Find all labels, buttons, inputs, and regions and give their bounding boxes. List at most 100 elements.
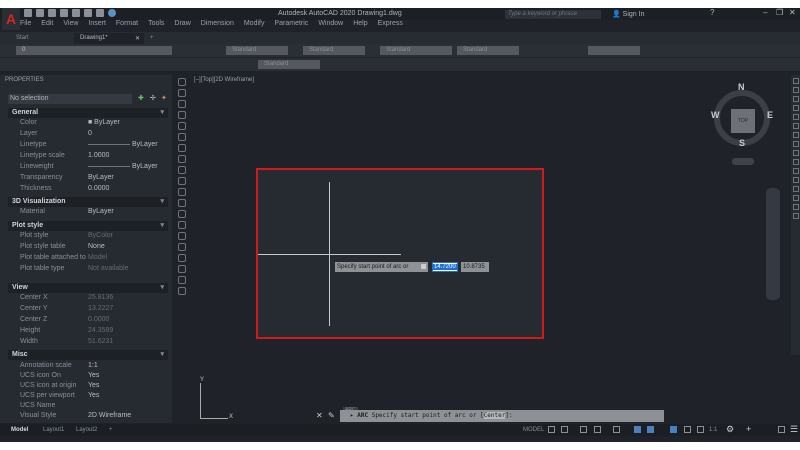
- options-arrow-icon[interactable]: [421, 264, 426, 269]
- ellipse-icon[interactable]: [178, 177, 186, 185]
- redo-icon[interactable]: [96, 9, 104, 17]
- add-layout-button[interactable]: +: [104, 425, 118, 435]
- compass-north[interactable]: N: [738, 82, 745, 92]
- section-view[interactable]: View: [8, 283, 168, 293]
- compass-east[interactable]: E: [767, 110, 773, 120]
- auto-scale-icon[interactable]: [684, 426, 691, 433]
- point-icon[interactable]: [178, 221, 186, 229]
- plot-icon[interactable]: [72, 9, 80, 17]
- gradient-icon[interactable]: [178, 243, 186, 251]
- viewport-controls[interactable]: [–][Top][2D Wireframe]: [194, 77, 254, 83]
- erase-icon[interactable]: [792, 78, 799, 84]
- tab-layout1[interactable]: Layout1: [38, 425, 69, 435]
- prop-value[interactable]: ByLayer: [88, 207, 114, 218]
- menu-help[interactable]: Help: [353, 20, 367, 27]
- section-plot-style[interactable]: Plot style: [8, 221, 168, 231]
- save-as-icon[interactable]: [60, 9, 68, 17]
- mleader-style-dropdown[interactable]: Standard: [457, 46, 519, 55]
- viewcube-top-face[interactable]: TOP: [731, 109, 755, 133]
- command-line[interactable]: ▸ ARC Specify start point of arc or [Cen…: [340, 410, 664, 422]
- polyline-icon[interactable]: [178, 100, 186, 108]
- mtext-icon[interactable]: [178, 276, 186, 284]
- model-space-button[interactable]: MODEL: [518, 425, 549, 435]
- tab-layout2[interactable]: Layout2: [71, 425, 102, 435]
- fillet-icon[interactable]: [792, 204, 799, 210]
- explode-icon[interactable]: [792, 213, 799, 219]
- menu-draw[interactable]: Draw: [174, 20, 190, 27]
- polar-icon[interactable]: [594, 426, 601, 433]
- offset-icon[interactable]: [792, 105, 799, 111]
- trim-icon[interactable]: [792, 159, 799, 165]
- tab-model[interactable]: Model: [6, 425, 33, 435]
- workspace-gear-icon[interactable]: ⚙: [726, 424, 734, 435]
- dim-style-dropdown[interactable]: Standard: [303, 46, 365, 55]
- ortho-icon[interactable]: [580, 426, 587, 433]
- prop-value[interactable]: Yes: [88, 391, 99, 401]
- insert-block-icon[interactable]: [178, 199, 186, 207]
- menu-file[interactable]: File: [20, 20, 31, 27]
- prop-value[interactable]: Yes: [88, 381, 99, 391]
- close-tab-icon[interactable]: ✕: [135, 35, 140, 42]
- menu-express[interactable]: Express: [378, 20, 403, 27]
- circle-icon[interactable]: [178, 144, 186, 152]
- navigation-bar[interactable]: [766, 188, 780, 300]
- prop-value[interactable]: —————— ByLayer: [88, 140, 158, 151]
- close-icon[interactable]: ✕: [789, 8, 796, 17]
- add-selected-icon[interactable]: [178, 287, 186, 295]
- grid-icon[interactable]: [548, 426, 555, 433]
- line-icon[interactable]: [178, 78, 186, 86]
- section-3d-visualization[interactable]: 3D Visualization: [8, 197, 168, 207]
- prop-value[interactable]: —————— ByLayer: [88, 162, 158, 173]
- section-misc[interactable]: Misc: [8, 350, 168, 360]
- menu-modify[interactable]: Modify: [244, 20, 265, 27]
- dimension-style-dropdown[interactable]: Standard: [258, 60, 320, 69]
- section-general[interactable]: General: [8, 108, 168, 118]
- ellipse-arc-icon[interactable]: [178, 188, 186, 196]
- y-coordinate-input[interactable]: 10.8735: [461, 262, 489, 272]
- undo-icon[interactable]: [84, 9, 92, 17]
- workspace-icon[interactable]: [108, 9, 116, 17]
- text-style-dropdown[interactable]: Standard: [226, 46, 288, 55]
- isodraft-icon[interactable]: [613, 426, 620, 433]
- annotation-scale-icon[interactable]: [697, 426, 704, 433]
- rotate-icon[interactable]: [792, 132, 799, 138]
- spline-icon[interactable]: [178, 166, 186, 174]
- visual-style-dropdown[interactable]: [588, 46, 640, 55]
- polygon-icon[interactable]: [178, 111, 186, 119]
- object-snap-icon[interactable]: [647, 426, 654, 433]
- restore-icon[interactable]: ❐: [776, 8, 783, 17]
- help-icon[interactable]: ?: [710, 8, 714, 17]
- tab-start[interactable]: Start: [10, 33, 35, 44]
- layer-dropdown[interactable]: 0: [16, 46, 172, 55]
- scale-icon[interactable]: [792, 141, 799, 147]
- wcs-menu[interactable]: [732, 158, 754, 165]
- array-icon[interactable]: [792, 114, 799, 120]
- command-option-center[interactable]: Center: [483, 412, 506, 419]
- prop-value[interactable]: None: [88, 242, 105, 253]
- quick-select-icon[interactable]: ✚: [138, 94, 144, 102]
- prop-value[interactable]: 1:1: [88, 361, 98, 371]
- menu-dimension[interactable]: Dimension: [201, 20, 234, 27]
- revcloud-icon[interactable]: [178, 155, 186, 163]
- table-icon[interactable]: [178, 265, 186, 273]
- customize-icon[interactable]: ✎: [328, 411, 335, 420]
- select-objects-icon[interactable]: ✢: [150, 94, 156, 102]
- menu-tools[interactable]: Tools: [148, 20, 164, 27]
- annotation-visibility-icon[interactable]: [670, 426, 677, 433]
- menu-format[interactable]: Format: [116, 20, 138, 27]
- prop-value[interactable]: Yes: [88, 371, 99, 381]
- rectangle-icon[interactable]: [178, 122, 186, 130]
- open-icon[interactable]: [36, 9, 44, 17]
- fullscreen-icon[interactable]: [778, 426, 785, 433]
- menu-parametric[interactable]: Parametric: [274, 20, 308, 27]
- move-icon[interactable]: [792, 123, 799, 129]
- menu-insert[interactable]: Insert: [88, 20, 106, 27]
- prop-value[interactable]: ■ ByLayer: [88, 118, 120, 129]
- prop-value[interactable]: ByLayer: [88, 173, 114, 184]
- construction-line-icon[interactable]: [178, 89, 186, 97]
- customization-menu-icon[interactable]: ☰: [790, 424, 798, 435]
- close-command-icon[interactable]: ✕: [316, 411, 323, 420]
- copy-icon[interactable]: [792, 87, 799, 93]
- new-tab-button[interactable]: +: [144, 33, 160, 44]
- snap-icon[interactable]: [561, 426, 568, 433]
